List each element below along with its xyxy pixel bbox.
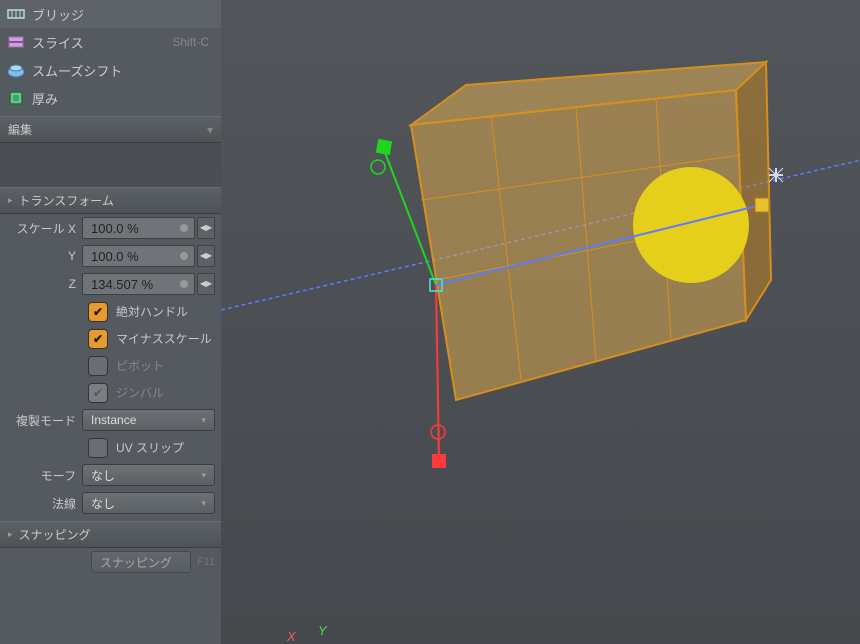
shortcut-label: Shift-C (172, 35, 215, 49)
scale-z-row: Z 134.507 % ◀▶ (0, 270, 221, 298)
disclosure-icon: ▸ (8, 195, 13, 206)
field-value: 134.507 % (87, 277, 180, 292)
select-value: なし (91, 467, 115, 484)
tool-smooth-shift[interactable]: スムーズシフト (0, 56, 221, 84)
dropdown-icon: ▾ (201, 415, 206, 426)
minus-scale-row: マイナススケール (0, 325, 221, 352)
shortcut-label: F11 (191, 556, 215, 568)
header-label: トランスフォーム (19, 192, 114, 209)
snapping-header[interactable]: ▸ スナッピング (0, 521, 221, 548)
smooth-icon (6, 60, 26, 80)
transform-header[interactable]: ▸ トランスフォーム (0, 187, 221, 214)
sidebar-gap (0, 143, 221, 187)
edit-header[interactable]: 編集 ▾ (0, 116, 221, 143)
normal-select[interactable]: なし ▾ (82, 492, 215, 514)
tool-label: スムーズシフト (32, 61, 122, 80)
gizmo-z-handle[interactable] (755, 198, 769, 212)
dropdown-icon: ▾ (201, 470, 206, 481)
absolute-handle-checkbox[interactable] (88, 302, 108, 322)
tool-sidebar: ブリッジ スライス Shift-C スムーズシフト 厚み 編集 ▾ ▸ トランス… (0, 0, 221, 644)
spinner-icon[interactable]: ◀▶ (197, 245, 215, 267)
dup-mode-row: 複製モード Instance ▾ (0, 406, 221, 434)
crosshair-cursor-icon (769, 168, 783, 182)
gimbal-checkbox[interactable] (88, 383, 108, 403)
dropdown-icon: ▾ (207, 123, 213, 137)
tool-bridge[interactable]: ブリッジ (0, 0, 221, 28)
uv-slip-row: UV スリップ (0, 434, 221, 461)
sphere-object[interactable] (633, 167, 749, 283)
bridge-icon (6, 4, 26, 24)
absolute-handle-row: 絶対ハンドル (0, 298, 221, 325)
tool-label: スライス (32, 33, 84, 52)
field-value: 100.0 % (87, 221, 180, 236)
field-label: 法線 (0, 495, 82, 512)
field-label: Z (0, 277, 82, 291)
slice-icon (6, 32, 26, 52)
field-label: 複製モード (0, 412, 82, 429)
field-value: 100.0 % (87, 249, 180, 264)
gimbal-row: ジンバル (0, 379, 221, 406)
gizmo-y-handle[interactable] (376, 139, 392, 155)
tool-thickness[interactable]: 厚み (0, 84, 221, 112)
morph-select[interactable]: なし ▾ (82, 464, 215, 486)
dup-mode-select[interactable]: Instance ▾ (82, 409, 215, 431)
uv-slip-checkbox[interactable] (88, 438, 108, 458)
normal-row: 法線 なし ▾ (0, 489, 221, 517)
field-label: Y (0, 249, 82, 263)
morph-row: モーフ なし ▾ (0, 461, 221, 489)
scale-z-input[interactable]: 134.507 % (82, 273, 195, 295)
check-label: ピボット (116, 357, 164, 374)
field-label: モーフ (0, 467, 82, 484)
spinner-icon[interactable]: ◀▶ (197, 217, 215, 239)
keyframe-dot-icon[interactable] (180, 224, 188, 232)
keyframe-dot-icon[interactable] (180, 252, 188, 260)
header-label: スナッピング (19, 526, 91, 543)
tool-slice[interactable]: スライス Shift-C (0, 28, 221, 56)
field-label: スケール X (0, 220, 82, 237)
tool-label: 厚み (32, 89, 58, 108)
3d-viewport[interactable]: Y X (221, 0, 860, 644)
check-label: マイナススケール (116, 330, 212, 347)
pivot-checkbox[interactable] (88, 356, 108, 376)
gizmo-x-handle[interactable] (432, 454, 446, 468)
minus-scale-checkbox[interactable] (88, 329, 108, 349)
scale-x-input[interactable]: 100.0 % (82, 217, 195, 239)
axis-x-label: X (287, 629, 296, 644)
disclosure-icon: ▸ (8, 529, 13, 540)
dropdown-icon: ▾ (201, 498, 206, 509)
axis-y-label: Y (318, 623, 327, 638)
thickness-icon (6, 88, 26, 108)
pivot-row: ピボット (0, 352, 221, 379)
gizmo-y-ring-icon[interactable] (371, 160, 385, 174)
tool-label: ブリッジ (32, 5, 84, 24)
check-label: 絶対ハンドル (116, 303, 188, 320)
select-value: スナッピング (100, 554, 172, 571)
snapping-select[interactable]: スナッピング (91, 551, 191, 573)
scale-x-row: スケール X 100.0 % ◀▶ (0, 214, 221, 242)
scale-y-input[interactable]: 100.0 % (82, 245, 195, 267)
spinner-icon[interactable]: ◀▶ (197, 273, 215, 295)
snapping-row: スナッピング F11 (0, 548, 221, 576)
select-value: なし (91, 495, 115, 512)
check-label: UV スリップ (116, 439, 184, 456)
header-label: 編集 (8, 121, 32, 138)
select-value: Instance (91, 413, 136, 427)
scale-y-row: Y 100.0 % ◀▶ (0, 242, 221, 270)
check-label: ジンバル (116, 384, 164, 401)
gizmo-x-axis[interactable] (436, 285, 439, 460)
keyframe-dot-icon[interactable] (180, 280, 188, 288)
